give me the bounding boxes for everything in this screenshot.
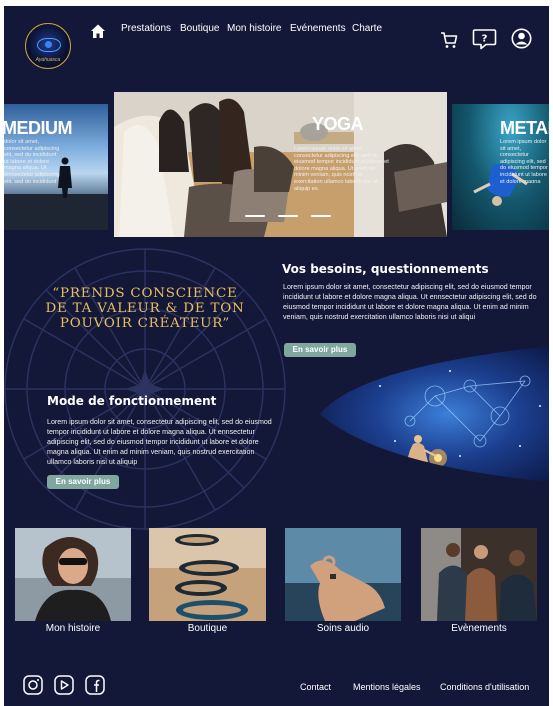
- question-bubble-icon[interactable]: ?: [472, 28, 497, 50]
- tile-label-soins-audio[interactable]: Soins audio: [285, 623, 401, 634]
- tile-label-mon-histoire[interactable]: Mon histoire: [15, 623, 131, 634]
- group-photo: [421, 528, 537, 621]
- inspirational-quote: “Prends conscience de ta valeur & de ton…: [45, 286, 245, 331]
- besoins-text: Lorem ipsum dolor sit amet, consectetur …: [283, 283, 537, 321]
- nav-boutique[interactable]: Boutique: [180, 23, 219, 34]
- home-icon[interactable]: [90, 23, 106, 39]
- banner-metal[interactable]: METAL Lorem ipsum dolor sit amet, consec…: [452, 104, 549, 230]
- tile-label-boutique[interactable]: Boutique: [149, 623, 266, 634]
- banner-medium-title: MEDIUM: [4, 118, 73, 138]
- mode-more-button[interactable]: En savoir plus: [47, 475, 119, 489]
- account-icon[interactable]: [511, 28, 532, 49]
- nav-prestations[interactable]: Prestations: [121, 23, 171, 34]
- logo-signature: Ayahuasca: [35, 57, 61, 63]
- footer-mentions-legales-link[interactable]: Mentions légales: [353, 682, 421, 692]
- banner-medium-text: dolor sit amet, consectetur adipiscing e…: [4, 139, 60, 183]
- facebook-icon[interactable]: [85, 675, 105, 695]
- eye-emblem: [37, 38, 61, 52]
- nav-mon-histoire[interactable]: Mon histoire: [227, 23, 281, 34]
- instagram-icon[interactable]: [23, 675, 43, 695]
- banner-yoga-text: Lorem ipsum dolor sit amet, consectetur …: [294, 146, 389, 192]
- tile-soins-audio-image[interactable]: [285, 528, 401, 621]
- site-logo[interactable]: Ayahuasca: [25, 23, 71, 69]
- tile-mon-histoire-image[interactable]: [15, 528, 131, 621]
- cart-icon[interactable]: [440, 31, 458, 49]
- carousel-dot-2[interactable]: [278, 215, 298, 217]
- banner-metal-title: METAL: [500, 118, 549, 138]
- nav-evenements[interactable]: Evénements: [290, 23, 346, 34]
- banner-medium[interactable]: MEDIUM dolor sit amet, consectetur adipi…: [4, 104, 108, 230]
- tile-boutique-image[interactable]: [149, 528, 266, 621]
- mode-text: Lorem ipsum dolor sit amet, consectetur …: [47, 418, 272, 466]
- carousel-dot-3[interactable]: [311, 215, 331, 217]
- banner-metal-text: Lorem ipsum dolor sit amet, consectetur …: [500, 139, 548, 183]
- svg-text:?: ?: [482, 34, 488, 45]
- bracelets-photo: [149, 528, 266, 621]
- page: Ayahuasca Prestations Boutique Mon histo…: [4, 6, 549, 706]
- carousel-indicators[interactable]: [245, 215, 335, 218]
- portrait-photo: [15, 528, 131, 621]
- banner-yoga-title: YOGA: [312, 114, 364, 134]
- mode-title: Mode de fonctionnement: [47, 394, 217, 408]
- tile-label-evenements[interactable]: Evènements: [421, 623, 537, 634]
- tile-evenements-image[interactable]: [421, 528, 537, 621]
- footer-conditions-link[interactable]: Conditions d'utilisation: [440, 682, 529, 692]
- footer-contact-link[interactable]: Contact: [300, 682, 331, 692]
- meditation-hand-photo: [285, 528, 401, 621]
- besoins-title: Vos besoins, questionnements: [282, 262, 489, 276]
- nav-charte[interactable]: Charte: [352, 23, 382, 34]
- cosmic-meditation-image: [320, 346, 549, 482]
- youtube-icon[interactable]: [54, 675, 74, 695]
- carousel-dot-1[interactable]: [245, 215, 265, 217]
